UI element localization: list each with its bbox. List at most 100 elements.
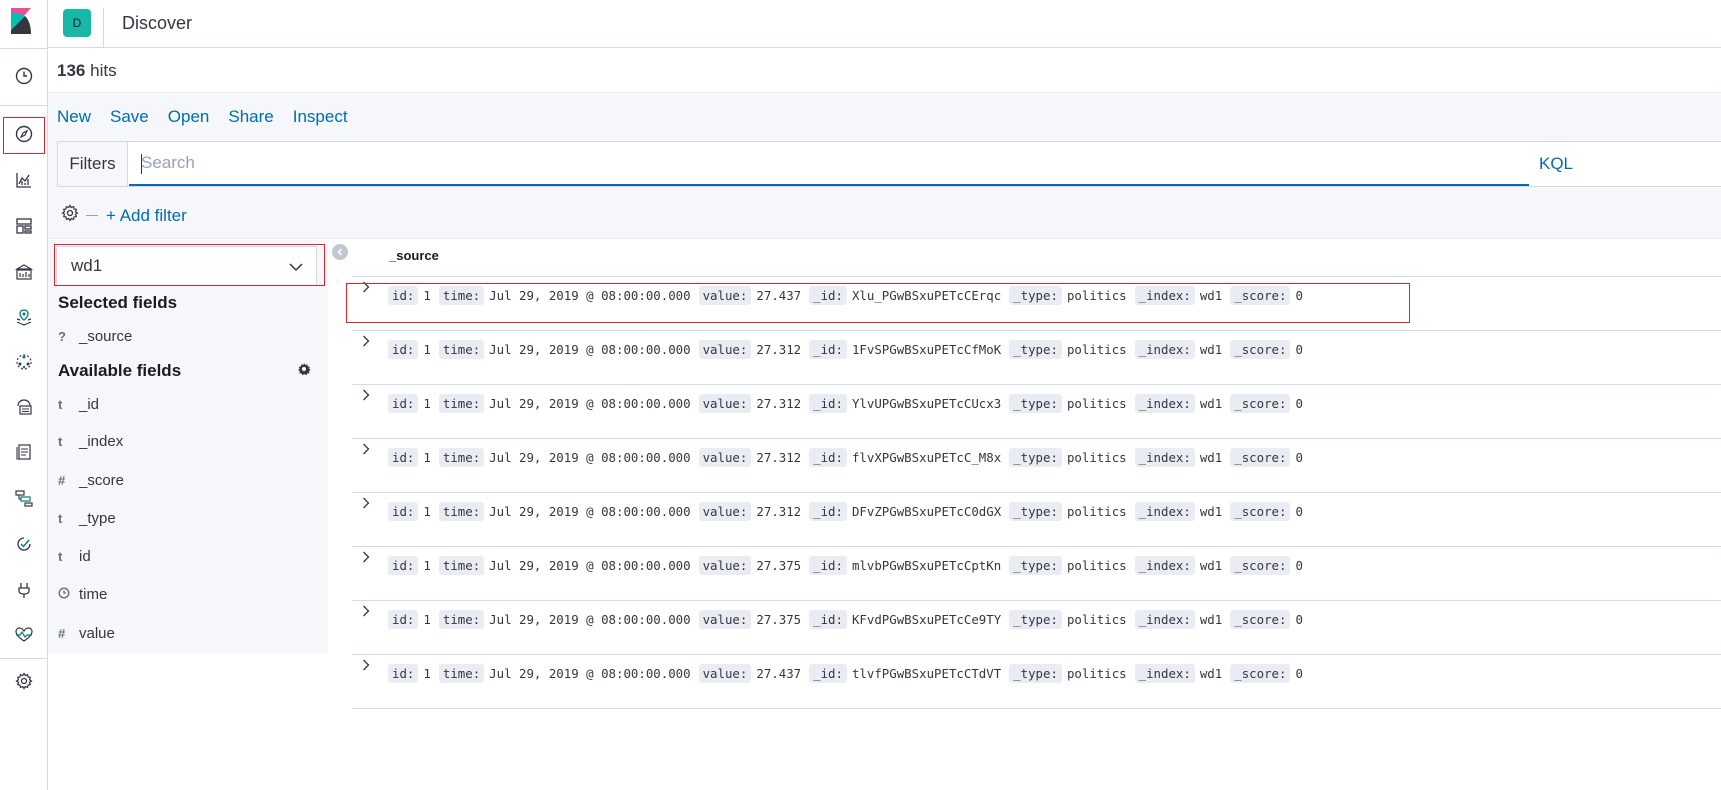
visualize-icon[interactable] bbox=[9, 165, 39, 195]
inspect-button[interactable]: Inspect bbox=[293, 107, 348, 127]
field-key: _type: bbox=[1009, 556, 1062, 575]
filter-actions: + Add filter bbox=[60, 203, 187, 228]
field-key: id: bbox=[388, 664, 419, 683]
expand-chevron-right-icon[interactable] bbox=[361, 388, 373, 402]
field-value: 0 bbox=[1295, 666, 1303, 681]
infrastructure-icon[interactable] bbox=[9, 392, 39, 422]
field-name: _type bbox=[79, 509, 116, 527]
recent-clock-icon[interactable] bbox=[9, 61, 39, 91]
field-value: Jul 29, 2019 @ 08:00:00.000 bbox=[489, 504, 691, 519]
field-name: _index bbox=[79, 432, 124, 450]
field-item-type[interactable]: t _type bbox=[58, 507, 116, 529]
field-item-time[interactable]: time bbox=[58, 583, 107, 605]
field-value: 1 bbox=[423, 558, 431, 573]
search-input[interactable] bbox=[129, 142, 1529, 186]
field-key: _id: bbox=[809, 664, 847, 683]
field-value: wd1 bbox=[1199, 504, 1223, 519]
field-value: 1 bbox=[423, 612, 431, 627]
ml-icon[interactable] bbox=[9, 347, 39, 377]
field-value: DFvZPGwBSxuPETcC0dGX bbox=[851, 504, 1002, 519]
field-key: _id: bbox=[809, 502, 847, 521]
field-name: time bbox=[79, 585, 108, 603]
field-value: 27.437 bbox=[756, 666, 802, 681]
field-item-score[interactable]: # _score bbox=[58, 469, 124, 491]
field-value: YlvUPGwBSxuPETcCUcx3 bbox=[851, 396, 1002, 411]
apm-icon[interactable] bbox=[9, 483, 39, 513]
selected-fields-heading: Selected fields bbox=[58, 293, 178, 312]
new-button[interactable]: New bbox=[57, 107, 91, 127]
field-value: 1 bbox=[423, 666, 431, 681]
hits-number: 136 bbox=[57, 61, 86, 80]
field-value: wd1 bbox=[1199, 450, 1223, 465]
open-button[interactable]: Open bbox=[168, 107, 210, 127]
table-row: id: 1 time: Jul 29, 2019 @ 08:00:00.000 valu… bbox=[352, 547, 1721, 601]
logs-icon[interactable] bbox=[9, 437, 39, 467]
share-button[interactable]: Share bbox=[228, 107, 273, 127]
field-key: _score: bbox=[1230, 556, 1291, 575]
uptime-icon[interactable] bbox=[9, 529, 39, 559]
field-item-index[interactable]: t _index bbox=[58, 430, 123, 452]
field-value: 1 bbox=[423, 450, 431, 465]
column-header-source: _source bbox=[389, 248, 439, 263]
top-menu: New Save Open Share Inspect bbox=[57, 107, 367, 127]
field-name: _id bbox=[79, 395, 100, 413]
clock-icon bbox=[58, 586, 79, 602]
field-key: value: bbox=[698, 610, 752, 629]
add-filter-button[interactable]: + Add filter bbox=[106, 206, 187, 226]
collapse-sidebar-button[interactable] bbox=[332, 244, 348, 260]
field-key: _index: bbox=[1134, 664, 1195, 683]
unknown-type-icon: ? bbox=[58, 328, 66, 344]
field-key: id: bbox=[388, 394, 419, 413]
field-item-value[interactable]: # value bbox=[58, 622, 115, 644]
field-value: 27.375 bbox=[756, 558, 802, 573]
field-value: politics bbox=[1066, 558, 1127, 573]
discover-compass-icon[interactable] bbox=[9, 119, 39, 149]
filter-settings-gear-icon[interactable] bbox=[60, 203, 80, 228]
expand-chevron-right-icon[interactable] bbox=[361, 442, 373, 456]
field-key: value: bbox=[698, 556, 752, 575]
query-bar: Filters KQL bbox=[57, 141, 1721, 187]
source-summary: id: 1 time: Jul 29, 2019 @ 08:00:00.000 valu… bbox=[388, 448, 1311, 467]
save-button[interactable]: Save bbox=[110, 107, 149, 127]
maps-icon[interactable] bbox=[9, 303, 39, 333]
expand-chevron-right-icon[interactable] bbox=[361, 658, 373, 672]
dashboard-icon[interactable] bbox=[9, 211, 39, 241]
management-gear-icon[interactable] bbox=[9, 666, 39, 696]
monitoring-icon[interactable] bbox=[9, 620, 39, 650]
field-value: 0 bbox=[1295, 396, 1303, 411]
field-value: tlvfPGwBSxuPETcCTdVT bbox=[851, 666, 1002, 681]
field-value: 27.312 bbox=[756, 396, 802, 411]
field-key: id: bbox=[388, 556, 419, 575]
field-item-id[interactable]: t _id bbox=[58, 393, 99, 415]
field-value: 0 bbox=[1295, 450, 1303, 465]
field-item-source[interactable]: ? _source bbox=[58, 325, 132, 347]
field-value: 1 bbox=[423, 342, 431, 357]
field-item-id-field[interactable]: t id bbox=[58, 545, 91, 567]
field-value: wd1 bbox=[1199, 558, 1223, 573]
available-fields-heading: Available fields bbox=[58, 361, 182, 380]
field-key: id: bbox=[388, 502, 419, 521]
field-key: _index: bbox=[1134, 394, 1195, 413]
expand-chevron-right-icon[interactable] bbox=[361, 334, 373, 348]
header-divider bbox=[103, 8, 104, 48]
space-avatar[interactable]: D bbox=[63, 9, 91, 37]
expand-chevron-right-icon[interactable] bbox=[361, 550, 373, 564]
field-key: time: bbox=[438, 610, 485, 629]
field-value: wd1 bbox=[1199, 342, 1223, 357]
field-sidebar: wd1 Selected fields ? _source Available … bbox=[48, 240, 328, 654]
expand-chevron-right-icon[interactable] bbox=[361, 604, 373, 618]
field-key: time: bbox=[438, 340, 485, 359]
dev-tools-icon[interactable] bbox=[9, 575, 39, 605]
field-value: 0 bbox=[1295, 558, 1303, 573]
available-fields-gear-icon[interactable] bbox=[297, 362, 311, 381]
field-key: _type: bbox=[1009, 448, 1062, 467]
canvas-icon[interactable] bbox=[9, 257, 39, 287]
field-key: _type: bbox=[1009, 340, 1062, 359]
text-cursor bbox=[141, 154, 142, 174]
table-row: id: 1 time: Jul 29, 2019 @ 08:00:00.000 valu… bbox=[352, 493, 1721, 547]
kql-toggle[interactable]: KQL bbox=[1539, 154, 1573, 174]
field-key: value: bbox=[698, 502, 752, 521]
expand-chevron-right-icon[interactable] bbox=[361, 496, 373, 510]
field-key: time: bbox=[438, 394, 485, 413]
kibana-logo-icon[interactable] bbox=[0, 0, 48, 48]
